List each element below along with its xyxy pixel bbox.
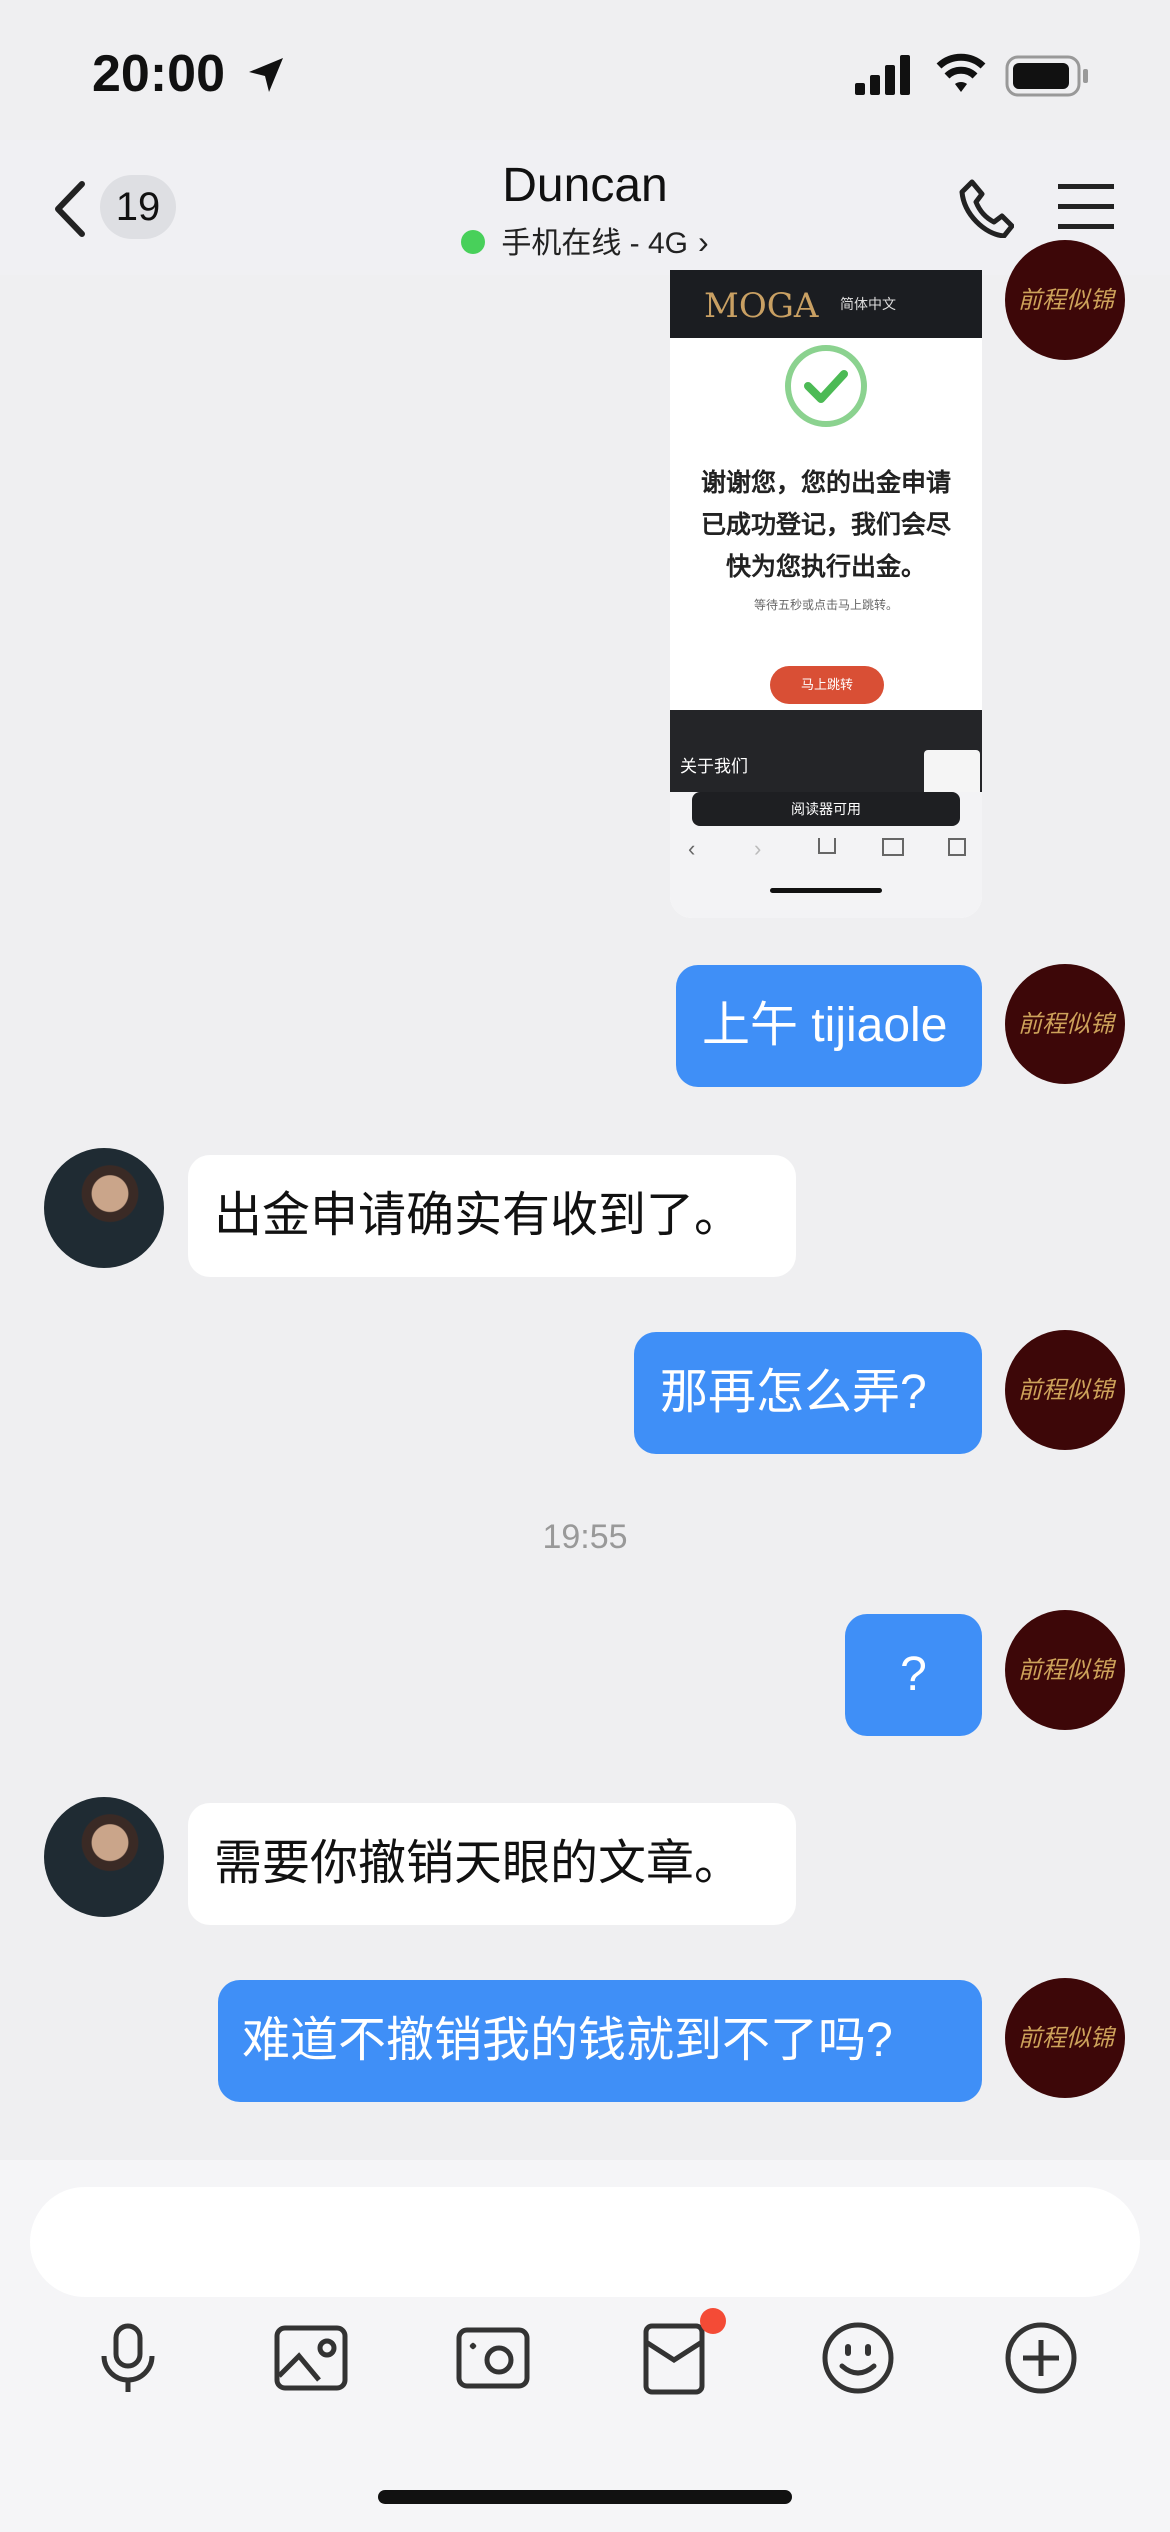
- my-avatar[interactable]: 前程似锦: [1005, 240, 1125, 360]
- screenshot-top-bar: MOGA 简体中文: [670, 270, 982, 338]
- recaptcha-badge: [924, 750, 980, 798]
- home-indicator-mini: [770, 888, 882, 893]
- success-message: 谢谢您，您的出金申请 已成功登记，我们会尽 快为您执行出金。: [700, 469, 951, 581]
- success-check-icon: [785, 345, 867, 427]
- moga-logo: MOGA: [704, 286, 819, 326]
- camera-icon[interactable]: [453, 2318, 533, 2398]
- my-avatar[interactable]: 前程似锦: [1005, 1610, 1125, 1730]
- status-time: 20:00: [92, 45, 225, 103]
- redirect-button: 马上跳转: [770, 666, 884, 704]
- my-avatar[interactable]: 前程似锦: [1005, 1330, 1125, 1450]
- home-indicator: [378, 2490, 792, 2504]
- message-bubble-sent[interactable]: 难道不撤销我的钱就到不了吗?: [218, 1980, 982, 2102]
- safari-bookmarks-icon: [882, 838, 904, 856]
- message-bubble-sent[interactable]: ?: [845, 1614, 982, 1736]
- message-bubble-sent[interactable]: 上午 tijiaole: [676, 965, 982, 1087]
- chevron-right-icon: ›: [698, 224, 709, 260]
- safari-bar: 阅读器可用 ‹ ›: [670, 792, 982, 918]
- plus-icon[interactable]: [1001, 2318, 1081, 2398]
- message-input[interactable]: [30, 2187, 1140, 2297]
- message-bubble-received[interactable]: 需要你撤销天眼的文章。: [188, 1803, 796, 1925]
- about-us: 关于我们: [680, 757, 748, 776]
- menu-icon[interactable]: [1058, 182, 1114, 230]
- safari-forward-icon: ›: [754, 836, 762, 861]
- emoji-icon[interactable]: [818, 2318, 898, 2398]
- safari-tabs-icon: [948, 838, 966, 856]
- wifi-icon: [936, 53, 986, 92]
- phone-call-icon[interactable]: [958, 178, 1014, 238]
- my-avatar[interactable]: 前程似锦: [1005, 964, 1125, 1084]
- online-status-text: 手机在线 - 4G: [501, 227, 689, 260]
- battery-icon: [1005, 55, 1088, 97]
- my-avatar[interactable]: 前程似锦: [1005, 1978, 1125, 2098]
- reader-bar: 阅读器可用: [692, 792, 960, 826]
- safari-share-icon: [818, 838, 836, 854]
- contact-avatar[interactable]: [44, 1797, 164, 1917]
- shared-screenshot-image[interactable]: MOGA 简体中文 谢谢您，您的出金申请 已成功登记，我们会尽 快为您执行出金。…: [670, 270, 982, 918]
- message-timestamp: 19:55: [542, 1518, 628, 1556]
- message-bubble-sent[interactable]: 那再怎么弄?: [634, 1332, 982, 1454]
- microphone-icon[interactable]: [88, 2318, 168, 2398]
- language-selector: 简体中文: [840, 296, 896, 312]
- cellular-signal-icon: [855, 55, 915, 95]
- online-dot-icon: [461, 230, 486, 255]
- image-icon[interactable]: [271, 2318, 351, 2398]
- contact-avatar[interactable]: [44, 1148, 164, 1268]
- location-arrow-icon: [249, 58, 283, 92]
- redirect-hint: 等待五秒或点击马上跳转。: [753, 598, 898, 612]
- message-bubble-received[interactable]: 出金申请确实有收到了。: [188, 1155, 796, 1277]
- notification-badge: [700, 2308, 726, 2334]
- safari-back-icon: ‹: [688, 836, 696, 861]
